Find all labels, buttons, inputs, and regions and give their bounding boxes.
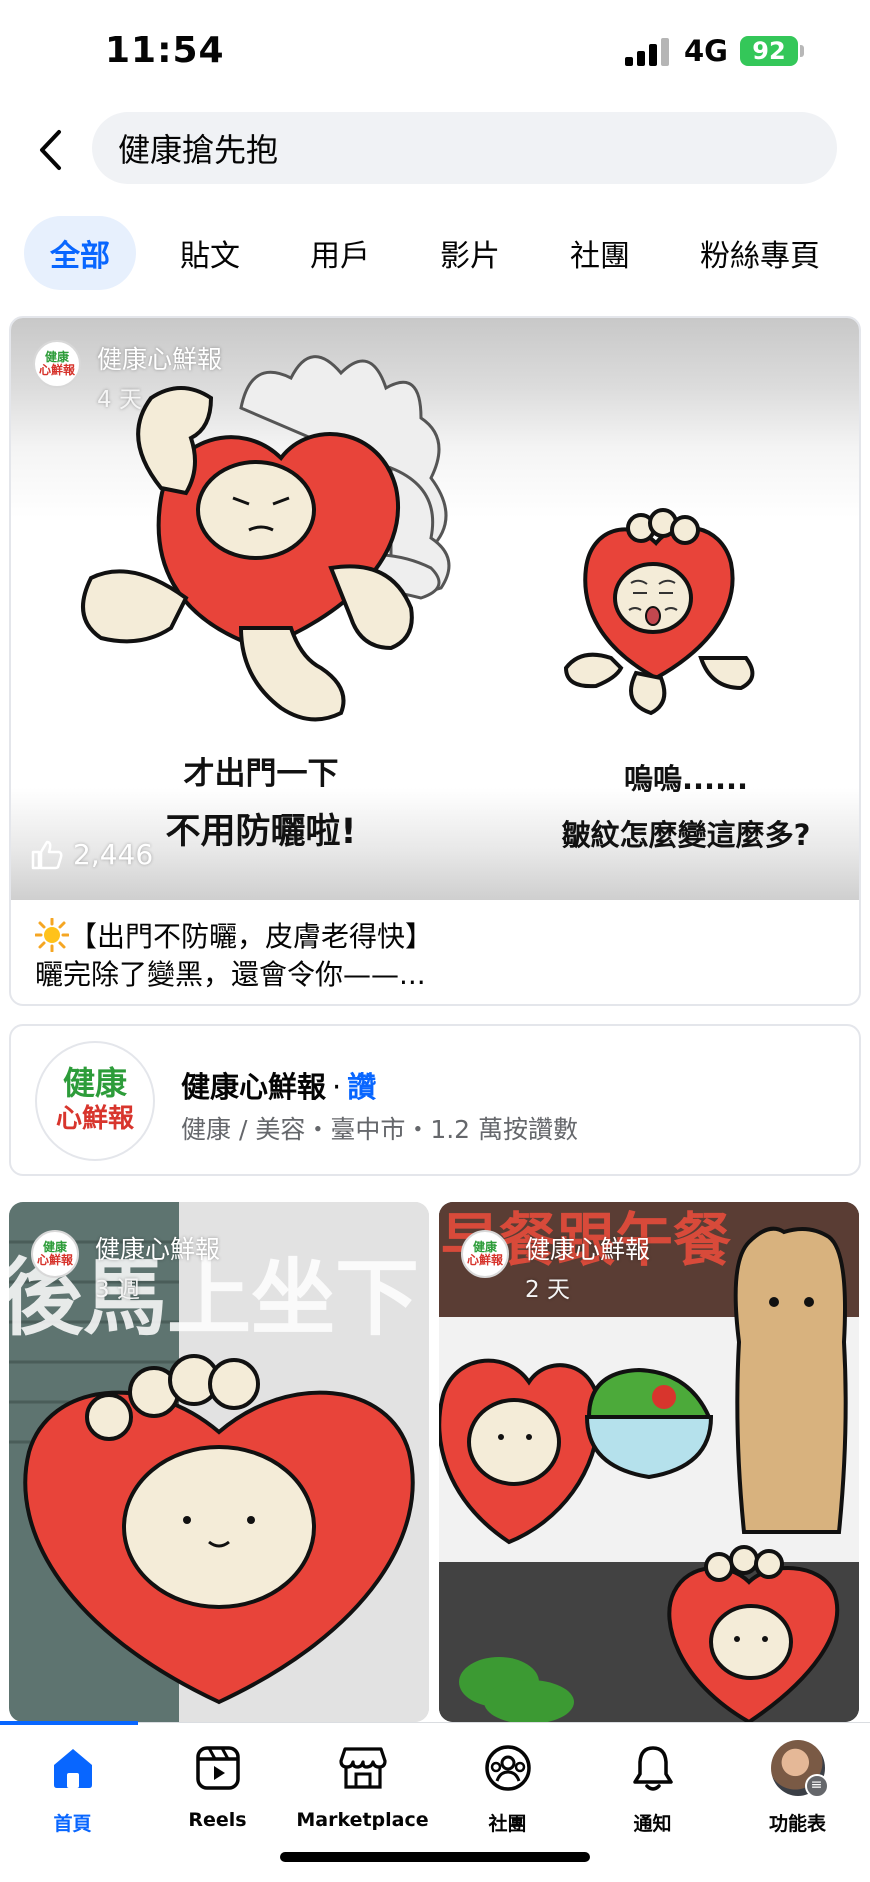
search-query: 健康搶先抱 xyxy=(118,131,279,169)
search-input[interactable]: 健康搶先抱 xyxy=(92,112,837,184)
grid-post-card[interactable]: 後馬上坐下 健康 心鮮報 健康心鮮報 3 週 xyxy=(9,1202,429,1722)
post-author[interactable]: 健康 心鮮報 健康心鮮報 4 天 xyxy=(33,340,222,414)
battery-cap xyxy=(800,45,804,57)
page-avatar[interactable]: 健康 心鮮報 xyxy=(35,1041,155,1161)
filter-tabs: 全部 貼文 用戶 影片 社團 粉絲專頁 xyxy=(24,216,864,290)
home-icon xyxy=(46,1741,100,1795)
status-bar: 11:54 4G 92 xyxy=(0,0,870,100)
active-tab-indicator xyxy=(0,1721,138,1725)
reels-icon xyxy=(191,1741,245,1795)
tab-pages[interactable]: 粉絲專頁 xyxy=(674,216,846,290)
author-avatar[interactable]: 健康 心鮮報 xyxy=(33,340,81,388)
tab-videos[interactable]: 影片 xyxy=(414,216,526,290)
nav-marketplace[interactable]: Marketplace xyxy=(290,1741,435,1831)
sun-emoji-icon xyxy=(35,918,69,952)
battery-indicator: 92 xyxy=(740,36,798,66)
grid-post-card[interactable]: 早餐跟午餐 健康 心鮮報 健康心鮮報 2 天 xyxy=(439,1202,859,1722)
tab-posts[interactable]: 貼文 xyxy=(154,216,266,290)
cellular-signal-icon xyxy=(625,38,669,66)
like-count[interactable]: 2,446 xyxy=(31,838,153,871)
groups-icon xyxy=(481,1741,535,1795)
post-time: 2 天 xyxy=(525,1277,570,1303)
home-indicator[interactable] xyxy=(280,1852,590,1862)
nav-reels[interactable]: Reels xyxy=(145,1741,290,1831)
post-time: 3 週 xyxy=(95,1277,140,1303)
post-text-line-2: 曬完除了變黑，還會令你——... xyxy=(35,958,426,991)
profile-avatar: ≡ xyxy=(770,1740,829,1798)
author-name[interactable]: 健康心鮮報 xyxy=(97,340,222,376)
nav-home[interactable]: 首頁 xyxy=(0,1741,145,1836)
tab-groups[interactable]: 社團 xyxy=(544,216,656,290)
post-text[interactable]: 【出門不防曬，皮膚老得快】 曬完除了變黑，還會令你——... xyxy=(35,918,835,994)
post-image[interactable]: 健康 心鮮報 健康心鮮報 4 天 才出門一下 不用防曬啦! 嗚嗚...... 皺… xyxy=(11,318,859,900)
page-name[interactable]: 健康心鮮報 xyxy=(181,1070,326,1104)
post-time: 4 天 xyxy=(97,387,142,413)
post-card[interactable]: 健康 心鮮報 健康心鮮報 4 天 才出門一下 不用防曬啦! 嗚嗚...... 皺… xyxy=(9,316,861,1006)
page-like-button[interactable]: 讚 xyxy=(347,1070,376,1104)
bell-icon xyxy=(626,1741,680,1795)
author-name[interactable]: 健康心鮮報 xyxy=(95,1230,220,1266)
page-meta: 健康 / 美容・臺中市・1.2 萬按讚數 xyxy=(181,1115,579,1144)
author-avatar[interactable]: 健康 心鮮報 xyxy=(461,1230,509,1278)
chevron-left-icon xyxy=(40,130,61,170)
page-result-card[interactable]: 健康 心鮮報 健康心鮮報 · 讚 健康 / 美容・臺中市・1.2 萬按讚數 xyxy=(9,1024,861,1176)
author-name[interactable]: 健康心鮮報 xyxy=(525,1230,650,1266)
grid-post-author[interactable]: 健康 心鮮報 健康心鮮報 2 天 xyxy=(461,1230,650,1304)
network-type: 4G xyxy=(684,34,728,68)
marketplace-icon xyxy=(336,1741,390,1795)
nav-menu[interactable]: ≡ 功能表 xyxy=(725,1740,870,1836)
grid-post-author[interactable]: 健康 心鮮報 健康心鮮報 3 週 xyxy=(31,1230,220,1304)
thumbs-up-icon xyxy=(31,840,63,869)
post-text-line-1: 【出門不防曬，皮膚老得快】 xyxy=(69,920,434,953)
tab-all[interactable]: 全部 xyxy=(24,216,136,290)
nav-groups[interactable]: 社團 xyxy=(435,1741,580,1836)
back-button[interactable] xyxy=(28,122,72,178)
nav-notifications[interactable]: 通知 xyxy=(580,1741,725,1836)
author-avatar[interactable]: 健康 心鮮報 xyxy=(31,1230,79,1278)
page-title[interactable]: 健康心鮮報 · 讚 xyxy=(181,1064,376,1106)
tab-people[interactable]: 用戶 xyxy=(284,216,396,290)
menu-icon: ≡ xyxy=(804,1774,829,1798)
title-separator: · xyxy=(332,1070,342,1104)
image-caption-right: 嗚嗚...... 皺紋怎麼變這麼多? xyxy=(561,762,811,852)
status-time: 11:54 xyxy=(105,30,225,71)
